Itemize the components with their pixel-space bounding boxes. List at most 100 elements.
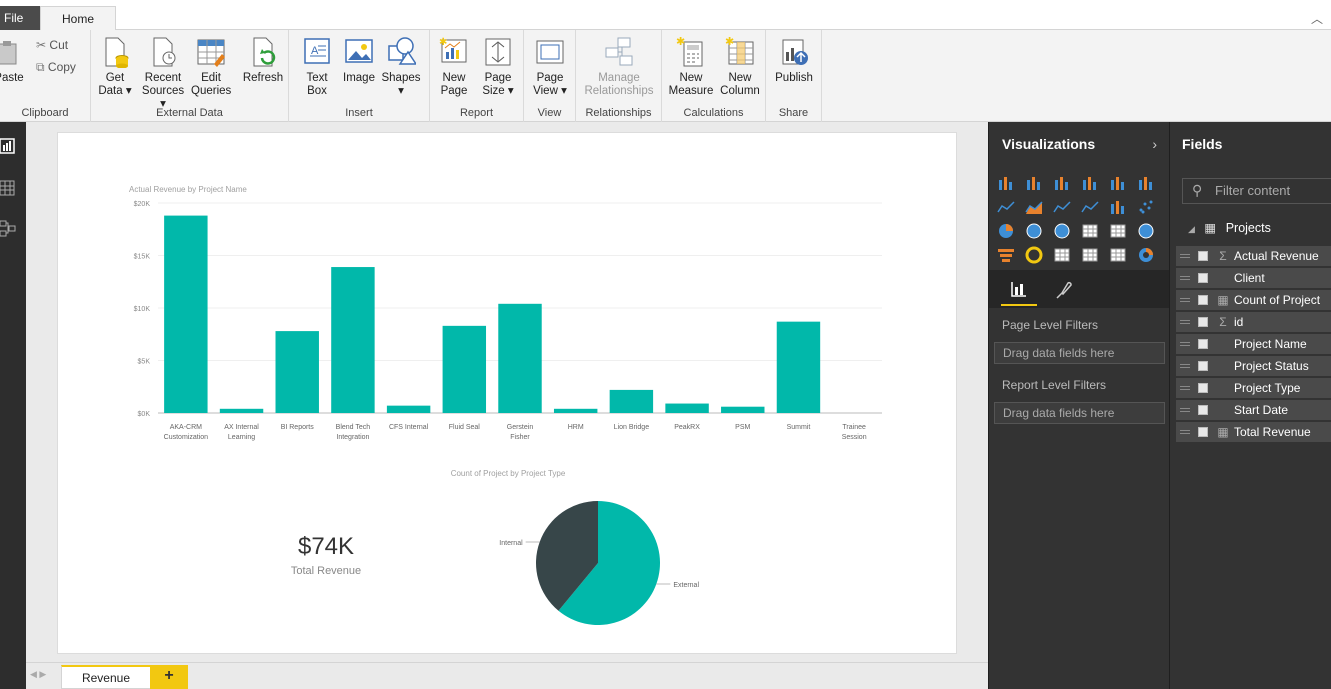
- bar[interactable]: [386, 405, 431, 413]
- line-chart-icon[interactable]: [997, 198, 1015, 216]
- field-checkbox[interactable]: [1198, 383, 1208, 393]
- bar[interactable]: [665, 403, 709, 413]
- bar[interactable]: [553, 408, 598, 413]
- new-page-button[interactable]: ✱ New Page: [436, 36, 472, 98]
- line-clustered-icon[interactable]: [1081, 198, 1099, 216]
- clustered-column-icon[interactable]: [1081, 174, 1099, 192]
- map-icon[interactable]: [1053, 222, 1071, 240]
- drag-handle-icon[interactable]: [1180, 408, 1190, 412]
- drag-handle-icon[interactable]: [1180, 254, 1190, 258]
- tab-home[interactable]: Home: [40, 6, 116, 31]
- card-icon[interactable]: [1081, 246, 1099, 264]
- stacked-bar-icon[interactable]: [997, 174, 1015, 192]
- page-view-button[interactable]: Page View ▾: [530, 36, 570, 98]
- image-button[interactable]: Image: [341, 36, 377, 85]
- field-item[interactable]: Project Name: [1176, 334, 1331, 354]
- new-measure-button[interactable]: ✱ New Measure: [668, 36, 714, 98]
- field-checkbox[interactable]: [1198, 317, 1208, 327]
- drag-handle-icon[interactable]: [1180, 386, 1190, 390]
- line-column-icon[interactable]: [1053, 198, 1071, 216]
- waterfall-icon[interactable]: [1109, 198, 1127, 216]
- text-box-button[interactable]: A Text Box: [301, 36, 333, 98]
- 100-bar-icon[interactable]: [1109, 174, 1127, 192]
- bar[interactable]: [498, 303, 542, 413]
- scatter-icon[interactable]: [1137, 198, 1155, 216]
- stacked-column-icon[interactable]: [1025, 174, 1043, 192]
- bar[interactable]: [442, 325, 487, 413]
- paste-button[interactable]: Paste: [0, 36, 24, 85]
- add-page-button[interactable]: +: [150, 665, 188, 689]
- field-item[interactable]: Project Status: [1176, 356, 1331, 376]
- field-checkbox[interactable]: [1198, 273, 1208, 283]
- pie-chart[interactable]: External Internal: [478, 493, 738, 633]
- field-name: Actual Revenue: [1234, 249, 1319, 263]
- fields-search-input[interactable]: Filter content: [1182, 178, 1331, 204]
- publish-button[interactable]: Publish: [770, 36, 818, 85]
- page-scroll-arrows-icon[interactable]: ◀ ▶: [30, 669, 46, 680]
- field-checkbox[interactable]: [1198, 405, 1208, 415]
- field-checkbox[interactable]: [1198, 361, 1208, 371]
- page-tab-revenue[interactable]: Revenue: [61, 665, 151, 689]
- bar[interactable]: [776, 321, 821, 413]
- fields-well-tab[interactable]: [1001, 276, 1037, 306]
- bar[interactable]: [219, 408, 264, 413]
- collapse-pane-icon[interactable]: ›: [1152, 136, 1157, 152]
- matrix-icon[interactable]: [1109, 222, 1127, 240]
- field-item[interactable]: Project Type: [1176, 378, 1331, 398]
- field-item[interactable]: ▦ Count of Project: [1176, 290, 1331, 310]
- treemap-icon[interactable]: [1025, 222, 1043, 240]
- new-column-button[interactable]: ✱ New Column: [718, 36, 762, 98]
- area-chart-icon[interactable]: [1025, 198, 1043, 216]
- field-checkbox[interactable]: [1198, 251, 1208, 261]
- bar[interactable]: [164, 215, 208, 413]
- gauge-icon[interactable]: [1025, 246, 1043, 264]
- drag-handle-icon[interactable]: [1180, 298, 1190, 302]
- recent-sources-button[interactable]: Recent Sources ▾: [139, 36, 187, 111]
- tab-file[interactable]: File: [0, 6, 40, 30]
- copy-button[interactable]: ⧉ Copy: [36, 60, 76, 75]
- multirow-card-icon[interactable]: [1053, 246, 1071, 264]
- report-view-icon[interactable]: [0, 136, 22, 158]
- clustered-bar-icon[interactable]: [1053, 174, 1071, 192]
- format-tab[interactable]: [1045, 276, 1081, 306]
- cut-button[interactable]: ✂ Cut: [36, 38, 68, 52]
- refresh-button[interactable]: Refresh: [241, 36, 285, 85]
- donut-icon[interactable]: [1137, 246, 1155, 264]
- table-visual-icon[interactable]: [1081, 222, 1099, 240]
- field-checkbox[interactable]: [1198, 339, 1208, 349]
- report-filters-dropzone[interactable]: Drag data fields here: [994, 402, 1165, 424]
- field-item[interactable]: Σid: [1176, 312, 1331, 332]
- slicer-icon[interactable]: [1109, 246, 1127, 264]
- field-checkbox[interactable]: [1198, 427, 1208, 437]
- pie-icon[interactable]: [997, 222, 1015, 240]
- filled-map-icon[interactable]: [1137, 222, 1155, 240]
- drag-handle-icon[interactable]: [1180, 320, 1190, 324]
- bar[interactable]: [275, 331, 319, 413]
- manage-relationships-button[interactable]: Manage Relationships: [580, 36, 658, 98]
- drag-handle-icon[interactable]: [1180, 342, 1190, 346]
- bar-chart[interactable]: $0K $5K $10K $15K $20K AKA-CRM Customization AX…: [118, 195, 888, 455]
- field-item[interactable]: Client: [1176, 268, 1331, 288]
- field-checkbox[interactable]: [1198, 295, 1208, 305]
- page-size-button[interactable]: Page Size ▾: [478, 36, 518, 98]
- get-data-button[interactable]: Get Data ▾: [97, 36, 133, 98]
- shapes-button[interactable]: Shapes ▾: [381, 36, 421, 98]
- table-projects[interactable]: ◢ ▦ Projects: [1182, 220, 1331, 240]
- bar[interactable]: [331, 267, 375, 413]
- drag-handle-icon[interactable]: [1180, 276, 1190, 280]
- data-view-icon[interactable]: [0, 178, 22, 200]
- 100-column-icon[interactable]: [1137, 174, 1155, 192]
- funnel-icon[interactable]: [997, 246, 1015, 264]
- bar[interactable]: [609, 389, 654, 413]
- edit-queries-button[interactable]: Edit Queries: [191, 36, 231, 98]
- page-filters-dropzone[interactable]: Drag data fields here: [994, 342, 1165, 364]
- svg-text:✱: ✱: [676, 36, 685, 48]
- drag-handle-icon[interactable]: [1180, 364, 1190, 368]
- drag-handle-icon[interactable]: [1180, 430, 1190, 434]
- bar[interactable]: [721, 406, 765, 413]
- collapse-ribbon-icon[interactable]: ︿: [1311, 10, 1323, 27]
- field-item[interactable]: Σ Actual Revenue: [1176, 246, 1331, 266]
- field-item[interactable]: Start Date: [1176, 400, 1331, 420]
- field-item[interactable]: ▦ Total Revenue: [1176, 422, 1331, 442]
- relationships-view-icon[interactable]: [0, 218, 22, 240]
